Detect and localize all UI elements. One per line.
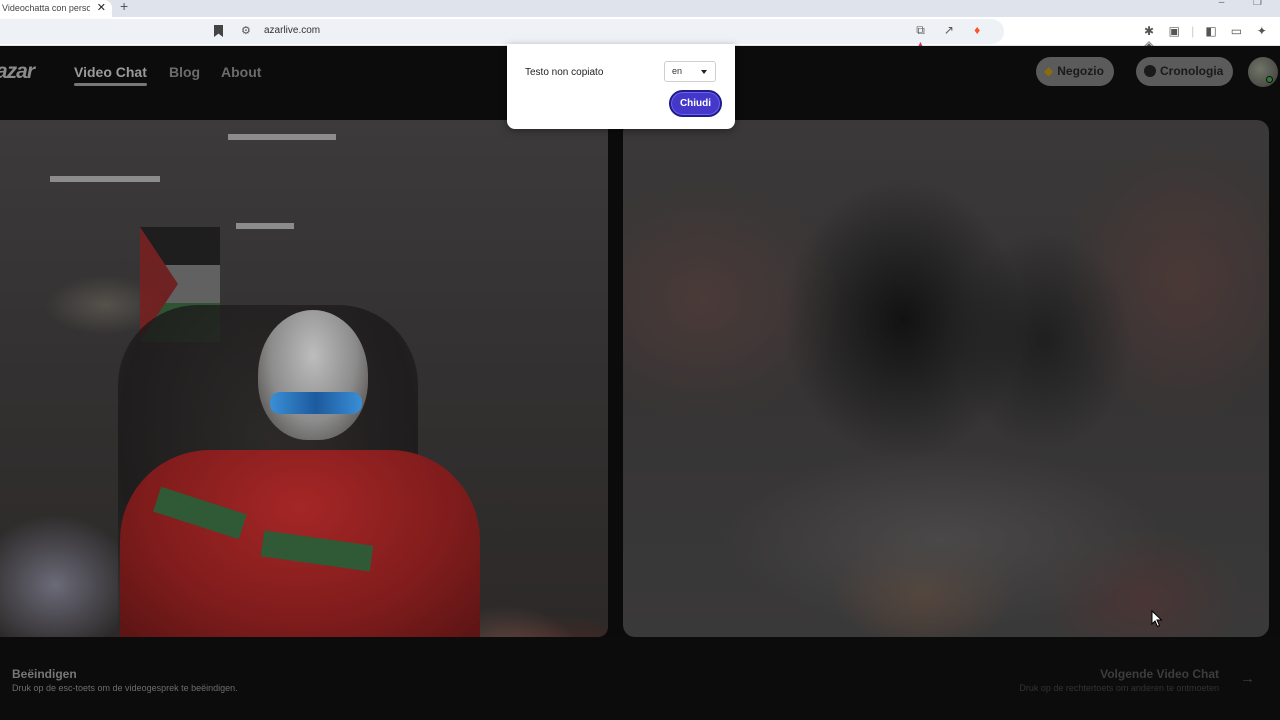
toolbar-divider: | [1191,24,1195,38]
shop-label: Negozio [1057,64,1104,78]
shop-button[interactable]: ◆ Negozio [1036,57,1114,86]
wall-shelf [236,223,294,229]
nav-video-chat[interactable]: Video Chat [74,64,147,86]
clock-icon [1144,65,1156,77]
screenshot-icon[interactable]: ▣ [1163,24,1185,38]
extensions-icon[interactable]: ✱ [1138,24,1160,38]
avatar[interactable] [1248,57,1278,87]
open-in-app-icon[interactable]: ⧉ [908,23,933,38]
arrow-right-icon[interactable]: → [1240,670,1255,687]
history-label: Cronologia [1160,64,1224,78]
wallet-icon[interactable]: ▭ [1225,24,1247,38]
language-select[interactable]: en [664,61,716,82]
online-status-dot [1266,76,1273,83]
browser-toolbar: ⚙ azarlive.com ⧉ ↗ ♦ ▲ ✱ ▣ | ◧ ▭ ✦ ◈ [0,17,1280,52]
next-chat-title[interactable]: Volgende Video Chat [1100,667,1219,681]
nav-blog[interactable]: Blog [169,64,200,80]
browser-tabstrip: Videochatta con persone ✕ + – ❐ [0,0,1280,17]
restore-icon[interactable]: ❐ [1253,0,1262,8]
wall-shelf [228,134,336,140]
url-text[interactable]: azarlive.com [264,25,320,36]
popup-message: Testo non copiato [525,67,604,78]
history-button[interactable]: Cronologia [1136,57,1234,86]
bookmark-icon[interactable] [214,25,223,37]
call-footer: Beëindigen Druk op de esc-toets om de vi… [0,637,1280,720]
share-icon[interactable]: ↗ [936,23,961,37]
browser-tab[interactable]: Videochatta con persone ✕ [0,0,112,17]
site-settings-icon[interactable]: ⚙ [241,24,251,37]
address-bar[interactable]: ⚙ azarlive.com ⧉ ↗ ♦ ▲ [0,19,1004,52]
person-head [258,310,368,440]
window-controls: – ❐ [1193,0,1262,8]
sidebar-icon[interactable]: ◧ [1200,24,1222,38]
nav-about[interactable]: About [221,64,261,80]
next-chat-hint: Druk op de rechtertoets om anderen te on… [1019,683,1219,693]
translation-popup: Testo non copiato en Chiudi [507,44,735,129]
remote-video [623,120,1269,637]
azar-logo[interactable]: azar [0,60,35,84]
end-call-hint: Druk op de esc-toets om de videogesprek … [12,683,238,693]
local-video [0,120,608,637]
gem-icon: ◆ [1044,64,1054,78]
end-call-title[interactable]: Beëindigen [12,667,77,681]
minimize-icon[interactable]: – [1219,0,1225,8]
sunglasses [270,392,362,414]
new-tab-icon[interactable]: + [120,0,128,14]
brave-shields-icon[interactable]: ♦ [965,23,990,37]
wall-shelf [50,176,160,182]
tab-title: Videochatta con persone [2,3,90,13]
chevron-down-icon [701,70,707,74]
leo-ai-icon[interactable]: ✦ [1251,24,1273,38]
language-value: en [672,66,683,76]
close-tab-icon[interactable]: ✕ [97,0,106,16]
close-button[interactable]: Chiudi [669,90,722,117]
